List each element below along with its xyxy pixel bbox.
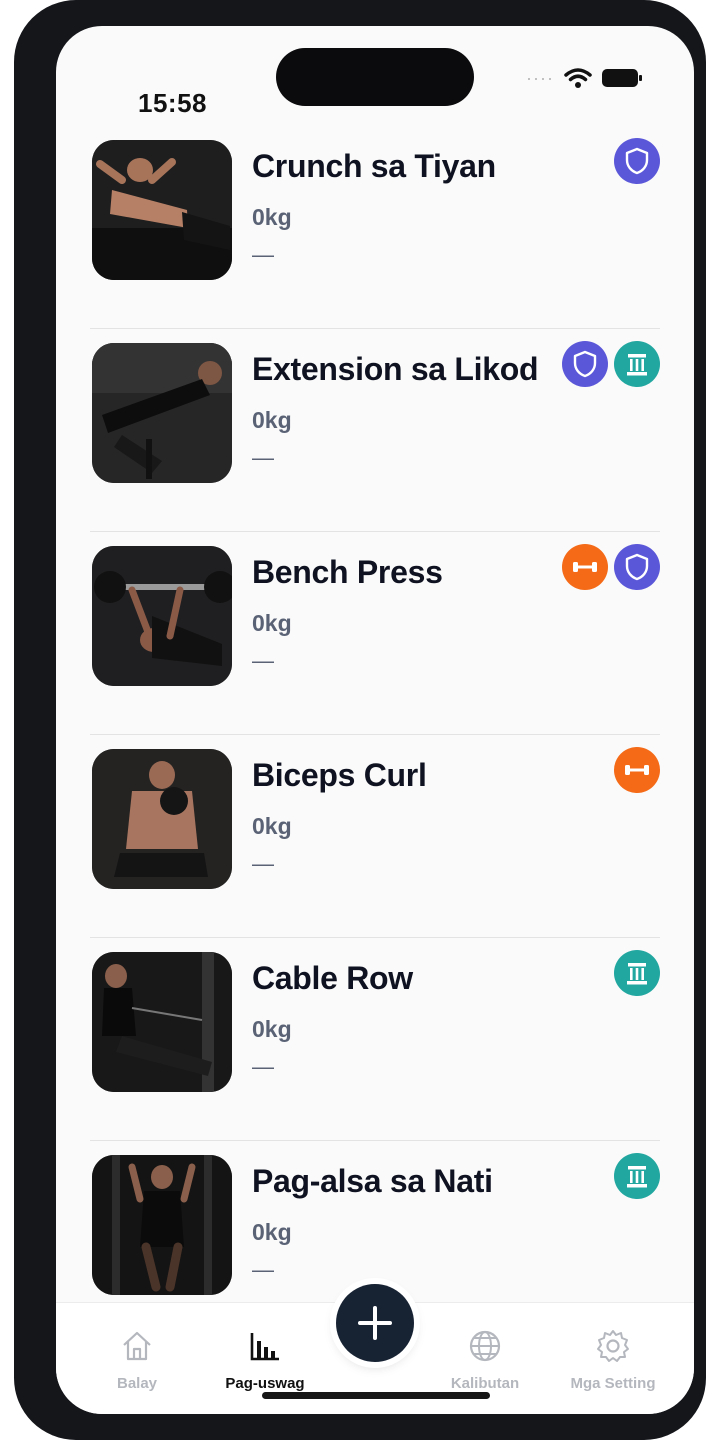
globe-icon	[420, 1327, 550, 1365]
category-badges	[562, 544, 660, 590]
exercise-weight: 0kg	[252, 610, 292, 636]
shield-icon	[562, 341, 608, 387]
pillar-icon	[614, 1153, 660, 1199]
tab-label: Balay	[116, 1375, 158, 1392]
exercise-row[interactable]: Crunch sa Tiyan 0kg —	[56, 126, 694, 329]
exercise-thumbnail	[92, 546, 232, 686]
dumbbell-icon	[562, 544, 608, 590]
tab-mga-setting[interactable]: Mga Setting	[548, 1327, 678, 1392]
phone-frame: 15:58 ···· Crunch sa Tiyan 0kg — Extension …	[14, 0, 706, 1440]
exercise-weight: 0kg	[252, 1016, 292, 1042]
add-button[interactable]	[336, 1284, 414, 1362]
screen: 15:58 ···· Crunch sa Tiyan 0kg — Extension …	[56, 26, 694, 1414]
exercise-detail: —	[252, 1054, 274, 1079]
category-badges	[614, 138, 660, 184]
exercise-detail: —	[252, 242, 274, 267]
exercise-thumbnail	[92, 343, 232, 483]
exercise-name: Biceps Curl	[252, 757, 427, 793]
tab-label: Mga Setting	[570, 1375, 656, 1392]
category-badges	[614, 950, 660, 996]
exercise-thumbnail	[92, 952, 232, 1092]
battery-icon	[602, 69, 642, 87]
exercise-detail: —	[252, 445, 274, 470]
gear-icon	[548, 1327, 678, 1365]
category-badges	[614, 1153, 660, 1199]
tab-label: Kalibutan	[450, 1375, 520, 1392]
exercise-thumbnail	[92, 749, 232, 889]
dynamic-island	[276, 48, 474, 106]
exercise-name: Crunch sa Tiyan	[252, 148, 496, 184]
exercise-row[interactable]: Bench Press 0kg —	[56, 532, 694, 735]
house-icon	[72, 1327, 202, 1365]
exercise-list: Crunch sa Tiyan 0kg — Extension sa Likod 0kg…	[56, 126, 694, 1344]
exercise-name: Pag-alsa sa Nati	[252, 1163, 493, 1199]
status-icons: ····	[526, 66, 642, 90]
bar-chart-icon	[200, 1327, 330, 1365]
shield-icon	[614, 138, 660, 184]
exercise-weight: 0kg	[252, 204, 292, 230]
home-indicator	[262, 1392, 490, 1399]
exercise-row[interactable]: Biceps Curl 0kg —	[56, 735, 694, 938]
dumbbell-icon	[614, 747, 660, 793]
exercise-name: Cable Row	[252, 960, 413, 996]
exercise-weight: 0kg	[252, 813, 292, 839]
exercise-detail: —	[252, 851, 274, 876]
shield-icon	[614, 544, 660, 590]
tab-label: Pag-uswag	[225, 1375, 305, 1392]
exercise-weight: 0kg	[252, 407, 292, 433]
wifi-icon	[564, 68, 592, 88]
exercise-detail: —	[252, 648, 274, 673]
plus-icon	[358, 1306, 392, 1340]
signal-dots: ····	[526, 67, 554, 88]
exercise-name: Bench Press	[252, 554, 443, 590]
status-time: 15:58	[138, 88, 207, 118]
exercise-name: Extension sa Likod	[252, 351, 539, 387]
pillar-icon	[614, 341, 660, 387]
exercise-detail: —	[252, 1257, 274, 1282]
category-badges	[614, 747, 660, 793]
pillar-icon	[614, 950, 660, 996]
exercise-weight: 0kg	[252, 1219, 292, 1245]
exercise-thumbnail	[92, 1155, 232, 1295]
tab-balay[interactable]: Balay	[72, 1327, 202, 1392]
exercise-row[interactable]: Cable Row 0kg —	[56, 938, 694, 1141]
category-badges	[562, 341, 660, 387]
tab-kalibutan[interactable]: Kalibutan	[420, 1327, 550, 1392]
tab-pag-uswag[interactable]: Pag-uswag	[200, 1327, 330, 1392]
exercise-thumbnail	[92, 140, 232, 280]
exercise-row[interactable]: Extension sa Likod 0kg —	[56, 329, 694, 532]
